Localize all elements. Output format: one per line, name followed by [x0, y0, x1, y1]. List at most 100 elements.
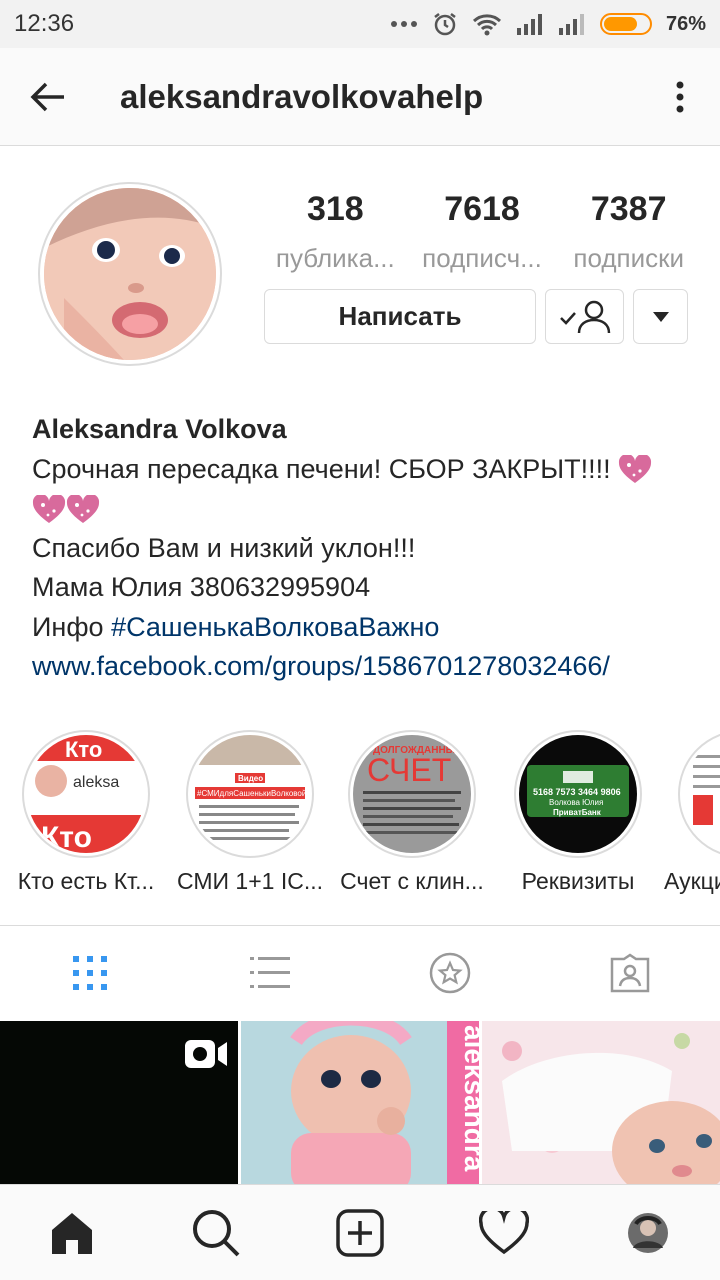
post-overlay-text: aleksandra: [459, 1025, 479, 1172]
highlight-text: Кто: [41, 821, 92, 853]
profile-header: aleksandravolkovahelp: [0, 48, 720, 146]
highlight-item[interactable]: ДОЛГОЖДАННЫ СЧЕТ Счет с клин...: [330, 730, 494, 895]
nav-search-button[interactable]: [144, 1185, 288, 1280]
highlight-cover: [683, 735, 720, 853]
profile-bio: Aleksandra Volkova Срочная пересадка печ…: [32, 410, 702, 687]
grid-icon: [73, 956, 107, 990]
status-time: 12:36: [14, 10, 75, 37]
stat-label: подписки: [573, 243, 684, 273]
stat-value: 7618: [444, 190, 520, 228]
nav-profile-button[interactable]: [576, 1185, 720, 1280]
highlight-ring: Кто aleksa Кто: [22, 730, 150, 858]
user-check-icon: [559, 300, 610, 333]
profile-avatar[interactable]: [38, 182, 222, 366]
full-name: Aleksandra Volkova: [32, 414, 287, 444]
sparkling-heart-icon: [66, 494, 100, 523]
highlight-label: Реквизиты: [521, 868, 635, 894]
avatar-photo: [44, 188, 216, 360]
plus-square-icon: [336, 1208, 384, 1257]
highlight-label: СМИ 1+1 IC...: [176, 868, 323, 894]
story-highlights: Кто aleksa Кто Кто есть Кт... Видео #СМИ…: [0, 730, 720, 900]
profile-avatar-icon: [628, 1212, 668, 1253]
sparkling-heart-icon: [32, 494, 66, 523]
tagged-person-icon: [610, 953, 650, 993]
stat-label: подписч...: [422, 243, 542, 273]
highlight-item[interactable]: Аукци: [658, 730, 720, 895]
nav-home-button[interactable]: [0, 1185, 144, 1280]
highlight-label: Аукци: [664, 868, 720, 894]
bio-info: Инфо #СашенькаВолковаВажно: [32, 608, 702, 648]
highlight-item[interactable]: Кто aleksa Кто Кто есть Кт...: [4, 730, 168, 895]
highlight-ring: Видео #СМИдляСашенькиВолковой: [186, 730, 314, 858]
following-button[interactable]: [545, 289, 624, 344]
bio-website-link[interactable]: www.facebook.com/groups/1586701278032466…: [32, 647, 702, 687]
profile-tabs: [0, 926, 720, 1020]
bio-thanks: Спасибо Вам и низкий уклон!!!: [32, 532, 416, 563]
highlight-ring: 5168 7573 3464 9806 Волкова Юлия ПриватБ…: [514, 730, 642, 858]
tab-list[interactable]: [180, 926, 360, 1020]
tab-tagged[interactable]: [540, 926, 720, 1020]
battery-percent: 76%: [665, 12, 706, 35]
heart-icon: [479, 1210, 529, 1254]
highlight-ring: [678, 730, 720, 858]
sparkling-heart-icon: [619, 455, 652, 484]
bio-line: Срочная пересадка печени! СБОР ЗАКРЫТ!!!…: [32, 450, 702, 490]
battery-icon: [599, 13, 652, 35]
highlight-cover: Видео #СМИдляСашенькиВолковой: [191, 735, 309, 853]
highlight-text: СЧЕТ: [367, 752, 451, 788]
battery-fill: [603, 17, 638, 31]
message-button[interactable]: Написать: [264, 289, 536, 344]
highlight-cover: 5168 7573 3464 9806 Волкова Юлия ПриватБ…: [519, 735, 637, 853]
back-button[interactable]: [0, 48, 96, 146]
profile-username: aleksandravolkovahelp: [120, 77, 484, 115]
home-icon: [52, 1212, 92, 1254]
bio-text: Срочная пересадка печени! СБОР ЗАКРЫТ!!!…: [32, 453, 611, 484]
highlight-text: Волкова Юлия: [549, 798, 603, 807]
suggestions-dropdown-button[interactable]: [633, 289, 688, 344]
highlight-text: #СМИдляСашенькиВолковой: [197, 789, 306, 798]
alarm-icon: [434, 13, 456, 36]
highlight-cover: ДОЛГОЖДАННЫ СЧЕТ: [353, 735, 471, 853]
bio-hearts: [32, 489, 702, 529]
tab-grid[interactable]: [0, 926, 180, 1020]
highlight-ring: ДОЛГОЖДАННЫ СЧЕТ: [348, 730, 476, 858]
caret-down-icon: [652, 311, 669, 322]
post-thumbnail[interactable]: [0, 1021, 238, 1184]
signal-icon: [516, 14, 542, 35]
highlight-label: Счет с клин...: [340, 868, 484, 894]
status-bar: 12:36 76%: [0, 0, 720, 48]
highlight-cover: Кто aleksa Кто: [27, 735, 145, 853]
bottom-navigation: [0, 1184, 720, 1280]
tab-saved[interactable]: [360, 926, 540, 1020]
bio-info-prefix: Инфо: [32, 611, 104, 642]
profile-stats: 318 публика... 7618 подписч... 7387 подп…: [262, 190, 702, 274]
stat-followers[interactable]: 7618 подписч...: [409, 190, 556, 274]
bio-contact: Мама Юлия 380632995904: [32, 572, 371, 602]
video-camera-icon: [185, 1040, 227, 1068]
nav-new-post-button[interactable]: [288, 1185, 432, 1280]
stat-value: 7387: [590, 190, 667, 228]
highlight-text: Кто: [65, 737, 102, 762]
star-badge-icon: [429, 952, 471, 994]
highlight-text: Видео: [238, 774, 263, 783]
arrow-left-icon: [30, 82, 64, 111]
search-icon: [193, 1209, 240, 1256]
highlight-text: ПриватБанк: [553, 808, 602, 817]
highlight-item[interactable]: Видео #СМИдляСашенькиВолковой СМИ 1+1 IC…: [168, 730, 332, 895]
wifi-icon: [472, 14, 501, 36]
post-thumbnail[interactable]: aleksandra: [241, 1021, 479, 1184]
stat-following[interactable]: 7387 подписки: [555, 190, 702, 274]
nav-activity-button[interactable]: [432, 1185, 576, 1280]
post-thumbnail[interactable]: [482, 1021, 720, 1184]
more-vertical-icon: [676, 81, 684, 112]
stat-label: публика...: [275, 243, 395, 273]
stat-posts[interactable]: 318 публика...: [262, 190, 409, 274]
bio-hashtag-link[interactable]: #СашенькаВолковаВажно: [111, 612, 439, 642]
posts-grid: aleksandra: [0, 1021, 720, 1184]
highlight-text: 5168 7573 3464 9806: [533, 787, 621, 797]
highlight-item[interactable]: 5168 7573 3464 9806 Волкова Юлия ПриватБ…: [496, 730, 660, 895]
more-notifications-icon: [390, 21, 417, 27]
more-options-button[interactable]: [640, 48, 720, 146]
list-icon: [250, 957, 290, 988]
highlight-label: Кто есть Кт...: [17, 868, 155, 894]
